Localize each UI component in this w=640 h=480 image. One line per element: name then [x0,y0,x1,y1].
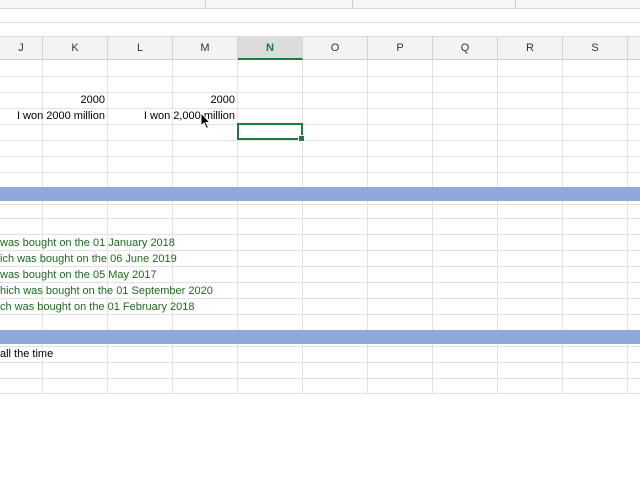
column-header-r[interactable]: R [498,36,563,60]
section-divider-band [0,330,640,344]
cell-bottom-text[interactable]: all the time [0,346,53,362]
mouse-pointer-icon [200,112,212,130]
column-header-l[interactable]: L [108,36,173,60]
list-item[interactable]: ich was bought on the 06 June 2019 [0,251,177,267]
toolbar-strip [0,0,640,9]
list-item[interactable]: was bought on the 01 January 2018 [0,235,175,251]
list-item[interactable]: hich was bought on the 01 September 2020 [0,283,213,299]
cell-m-value[interactable]: 2000 [173,92,235,108]
selected-cell-n[interactable] [237,123,305,142]
cell-j-text[interactable]: I won 2000 million [0,108,105,124]
cell-k-value[interactable]: 2000 [43,92,105,108]
column-header-k[interactable]: K [43,36,108,60]
column-header-s[interactable]: S [563,36,628,60]
list-item[interactable]: ch was bought on the 01 February 2018 [0,299,194,315]
column-header-m[interactable]: M [173,36,238,60]
column-header-j[interactable]: J [0,36,43,60]
cell-l-text[interactable]: I won 2,000 million [108,108,235,124]
column-header-p[interactable]: P [368,36,433,60]
section-divider-band [0,187,640,201]
column-header-q[interactable]: Q [433,36,498,60]
formula-bar[interactable] [0,9,640,36]
list-item[interactable]: was bought on the 05 May 2017 [0,267,157,283]
column-header-n[interactable]: N [238,36,303,60]
fill-handle[interactable] [298,135,305,142]
column-header-o[interactable]: O [303,36,368,60]
